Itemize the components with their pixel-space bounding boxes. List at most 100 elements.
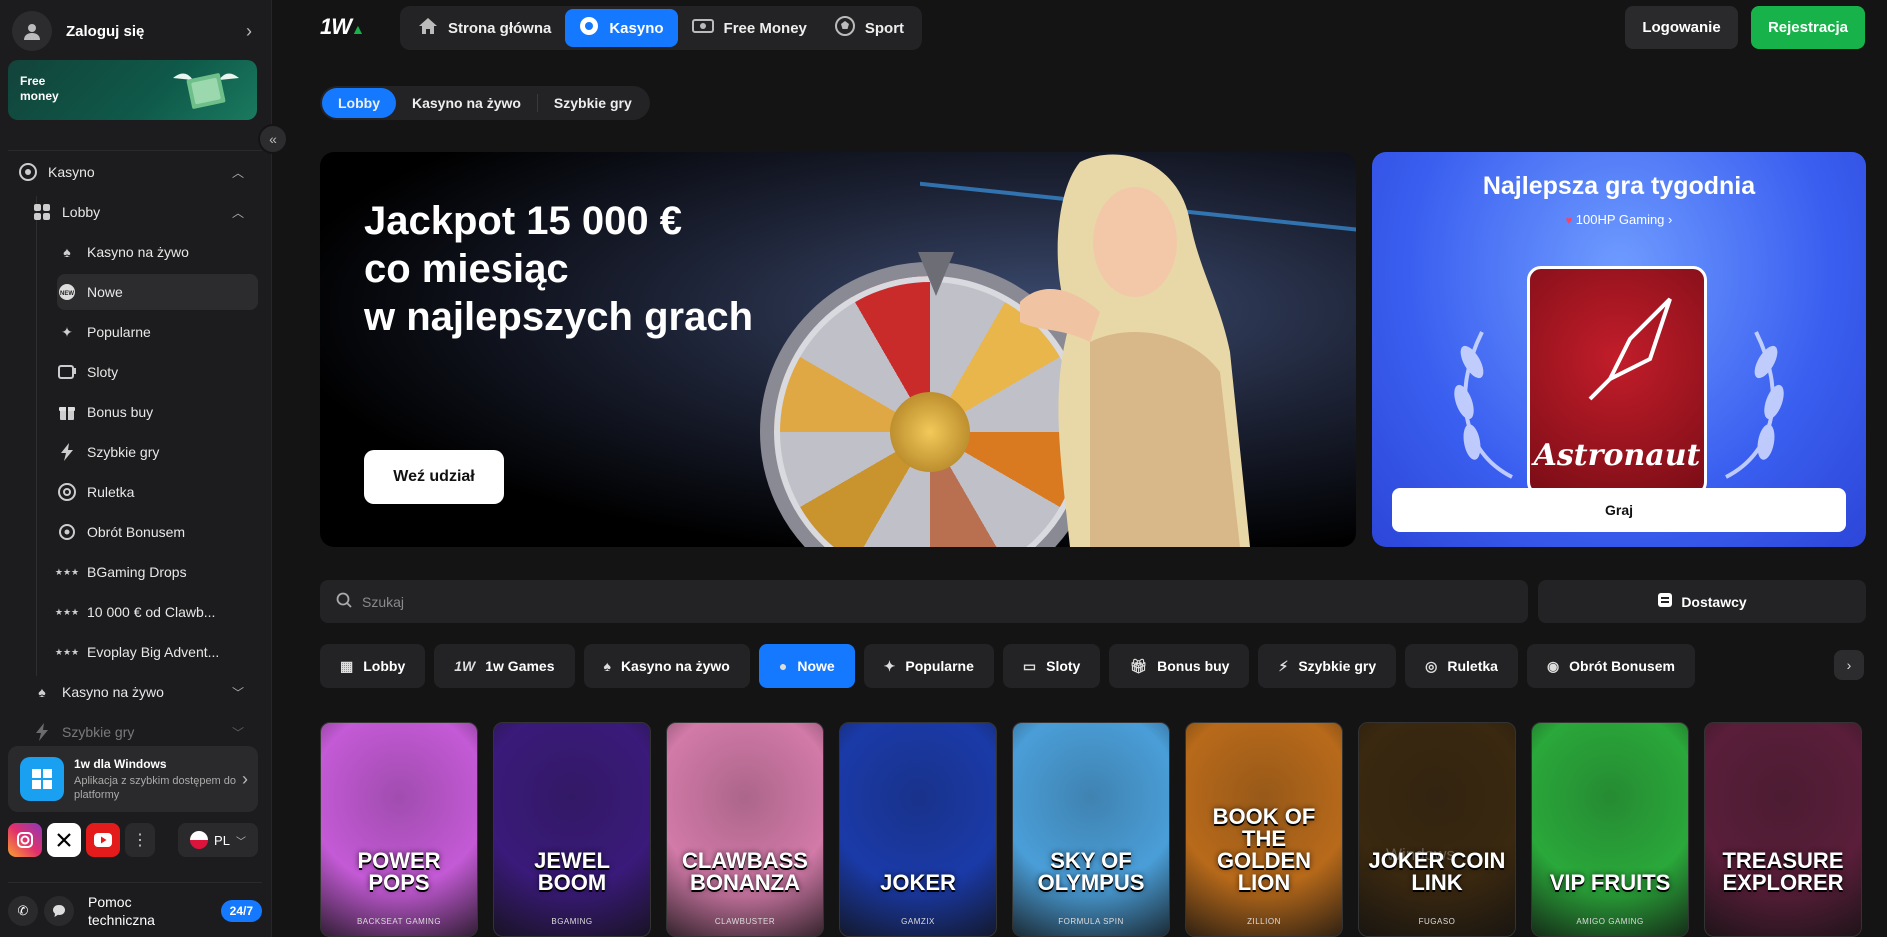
- best-game-name: Astronaut: [1533, 438, 1701, 473]
- model-image: [1020, 154, 1250, 547]
- game-title: JOKER: [880, 870, 956, 895]
- chat-icon[interactable]: [44, 895, 74, 926]
- chevron-down-icon: ﹀: [235, 836, 246, 848]
- sidebar-item-label: Sloty: [87, 364, 119, 380]
- search-icon: [336, 592, 352, 611]
- sidebar-item-slots[interactable]: Sloty: [57, 354, 258, 390]
- laurel-right-icon: [1725, 331, 1784, 479]
- best-game-provider-link[interactable]: ♥ 100HP Gaming ›: [1372, 212, 1866, 227]
- chip-popular[interactable]: ✦ Popularne: [863, 644, 994, 688]
- game-tile[interactable]: TREASURE EXPLORER: [1704, 722, 1862, 937]
- chevron-right-icon: ›: [246, 20, 252, 41]
- game-tile[interactable]: POWER POPS BACKSEAT GAMING: [320, 722, 478, 937]
- sidebar-item-fast-games-section[interactable]: Szybkie gry ﹀: [32, 714, 258, 750]
- sidebar-item-roulette[interactable]: Ruletka: [57, 474, 258, 510]
- chips-fade-overlay: [1780, 644, 1830, 688]
- game-provider: BGAMING: [551, 917, 593, 926]
- game-tile[interactable]: JOKER COIN LINK FUGASO: [1358, 722, 1516, 937]
- search-bar: [320, 580, 1528, 623]
- best-game-card: Najlepsza gra tygodnia ♥ 100HP Gaming › …: [1372, 152, 1866, 547]
- play-button[interactable]: Graj: [1392, 488, 1846, 532]
- tab-casino[interactable]: Kasyno: [565, 9, 678, 47]
- game-tile[interactable]: JEWEL BOOM BGAMING: [493, 722, 651, 937]
- gift-icon: 🎁︎: [1129, 657, 1148, 674]
- sidebar-item-fast-games[interactable]: Szybkie gry: [57, 434, 258, 470]
- chip-slots[interactable]: ▭ Sloty: [1002, 644, 1101, 688]
- sidebar-item-bonus-turnover[interactable]: Obrót Bonusem: [57, 514, 258, 550]
- subtab-lobby[interactable]: Lobby: [322, 88, 396, 118]
- sidebar-item-kasyno[interactable]: Kasyno ︿: [8, 154, 258, 190]
- chip-bonus-buy[interactable]: 🎁︎ Bonus buy: [1109, 644, 1250, 688]
- instagram-icon[interactable]: [8, 823, 42, 857]
- language-selector[interactable]: PL ﹀: [178, 823, 258, 857]
- roulette-icon: ◎: [1425, 657, 1438, 674]
- game-title: POWER POPS: [357, 848, 441, 895]
- sidebar-item-bonus-buy[interactable]: Bonus buy: [57, 394, 258, 430]
- game-title: VIP FRUITS: [1549, 870, 1671, 895]
- sidebar-item-lobby[interactable]: Lobby ︿: [32, 194, 258, 230]
- ball-icon: [834, 16, 855, 40]
- youtube-icon[interactable]: [86, 823, 120, 857]
- x-twitter-icon[interactable]: [47, 823, 81, 857]
- game-provider: FUGASO: [1418, 917, 1456, 926]
- game-tile[interactable]: BOOK OF THE GOLDEN LION ZILLION: [1185, 722, 1343, 937]
- chip-1w-games[interactable]: 1W 1w Games: [434, 644, 575, 688]
- support-section[interactable]: ✆ Pomoc techniczna 24/7: [8, 882, 262, 930]
- chip-lobby[interactable]: ▦ Lobby: [320, 644, 426, 688]
- more-icon[interactable]: ⋮: [125, 823, 155, 857]
- tab-free-money[interactable]: Free Money: [678, 9, 821, 47]
- brand-logo[interactable]: 1W▲: [320, 14, 365, 40]
- best-game-cover[interactable]: Astronaut: [1527, 266, 1707, 496]
- tab-sport[interactable]: Sport: [821, 9, 918, 47]
- sidebar-login[interactable]: Zaloguj się ›: [8, 8, 262, 54]
- sidebar-item-new[interactable]: NEW Nowe: [57, 274, 258, 310]
- windows-app-card[interactable]: 1w dla Windows Aplikacja z szybkim dostę…: [8, 746, 258, 812]
- game-title: JEWEL BOOM: [534, 848, 610, 895]
- sidebar-item-live-casino[interactable]: ♠ Kasyno na żywo: [57, 234, 258, 270]
- collapse-sidebar-icon[interactable]: «: [258, 124, 288, 154]
- banner-cta-button[interactable]: Weź udział: [364, 450, 504, 504]
- game-provider: CLAWBUSTER: [714, 917, 776, 926]
- register-button[interactable]: Rejestracja: [1751, 6, 1865, 49]
- sidebar-item-bgaming-drops[interactable]: ★★★ BGaming Drops: [55, 554, 258, 590]
- game-tile[interactable]: SKY OF OLYMPUS FORMULA SPIN: [1012, 722, 1170, 937]
- sidebar-item-label: BGaming Drops: [87, 564, 187, 580]
- free-money-text: Free money: [20, 74, 59, 103]
- spade-icon: ♠: [63, 244, 71, 260]
- free-money-promo[interactable]: Free money: [8, 60, 257, 120]
- subtab-live-casino[interactable]: Kasyno na żywo: [396, 88, 537, 118]
- providers-button[interactable]: Dostawcy: [1538, 580, 1866, 623]
- jackpot-banner[interactable]: Jackpot 15 000 € co miesiąc w najlepszyc…: [320, 152, 1356, 547]
- subtab-fast-games[interactable]: Szybkie gry: [538, 88, 648, 118]
- sidebar-item-popular[interactable]: ✦ Popularne: [57, 314, 258, 350]
- chip-new[interactable]: ● Nowe: [758, 644, 855, 688]
- poland-flag-icon: [190, 831, 209, 849]
- lightning-icon: [32, 722, 52, 742]
- stars-icon: ★★★: [54, 646, 80, 657]
- sidebar-item-label: Ruletka: [87, 484, 135, 500]
- sidebar-item-evoplay-promo[interactable]: ★★★ Evoplay Big Advent...: [54, 634, 258, 670]
- search-input[interactable]: [362, 593, 1435, 610]
- game-tile[interactable]: CLAWBASS BONANZA CLAWBUSTER: [666, 722, 824, 937]
- game-tile[interactable]: VIP FRUITS AMIGO GAMING: [1531, 722, 1689, 937]
- login-label: Zaloguj się: [66, 22, 145, 40]
- support-label: Pomoc techniczna: [88, 893, 155, 928]
- sidebar-item-clawbuster-promo[interactable]: ★★★ 10 000 € od Clawb...: [55, 594, 258, 630]
- chip-roulette[interactable]: ◎ Ruletka: [1405, 644, 1518, 688]
- home-icon: [418, 17, 438, 39]
- chip-fast-games[interactable]: ⚡︎ Szybkie gry: [1258, 644, 1397, 688]
- new-icon: ●: [778, 658, 788, 674]
- social-links: ⋮ PL ﹀: [8, 823, 258, 857]
- game-tile[interactable]: JOKER GAMZIX: [839, 722, 997, 937]
- sparkle-icon: ✦: [883, 657, 896, 674]
- login-button[interactable]: Logowanie: [1625, 6, 1738, 49]
- chips-next-button[interactable]: ›: [1834, 650, 1864, 680]
- sidebar-item-label: Bonus buy: [87, 404, 154, 420]
- sidebar-item-live-casino-section[interactable]: ♠ Kasyno na żywo ﹀: [32, 674, 258, 710]
- tab-home[interactable]: Strona główna: [404, 9, 565, 47]
- lightning-icon: ⚡︎: [1278, 657, 1289, 674]
- chip-live-casino[interactable]: ♠ Kasyno na żywo: [583, 644, 750, 688]
- chip-bonus-turnover[interactable]: ◉ Obrót Bonusem: [1526, 644, 1695, 688]
- language-code: PL: [214, 832, 230, 848]
- phone-icon[interactable]: ✆: [8, 895, 38, 926]
